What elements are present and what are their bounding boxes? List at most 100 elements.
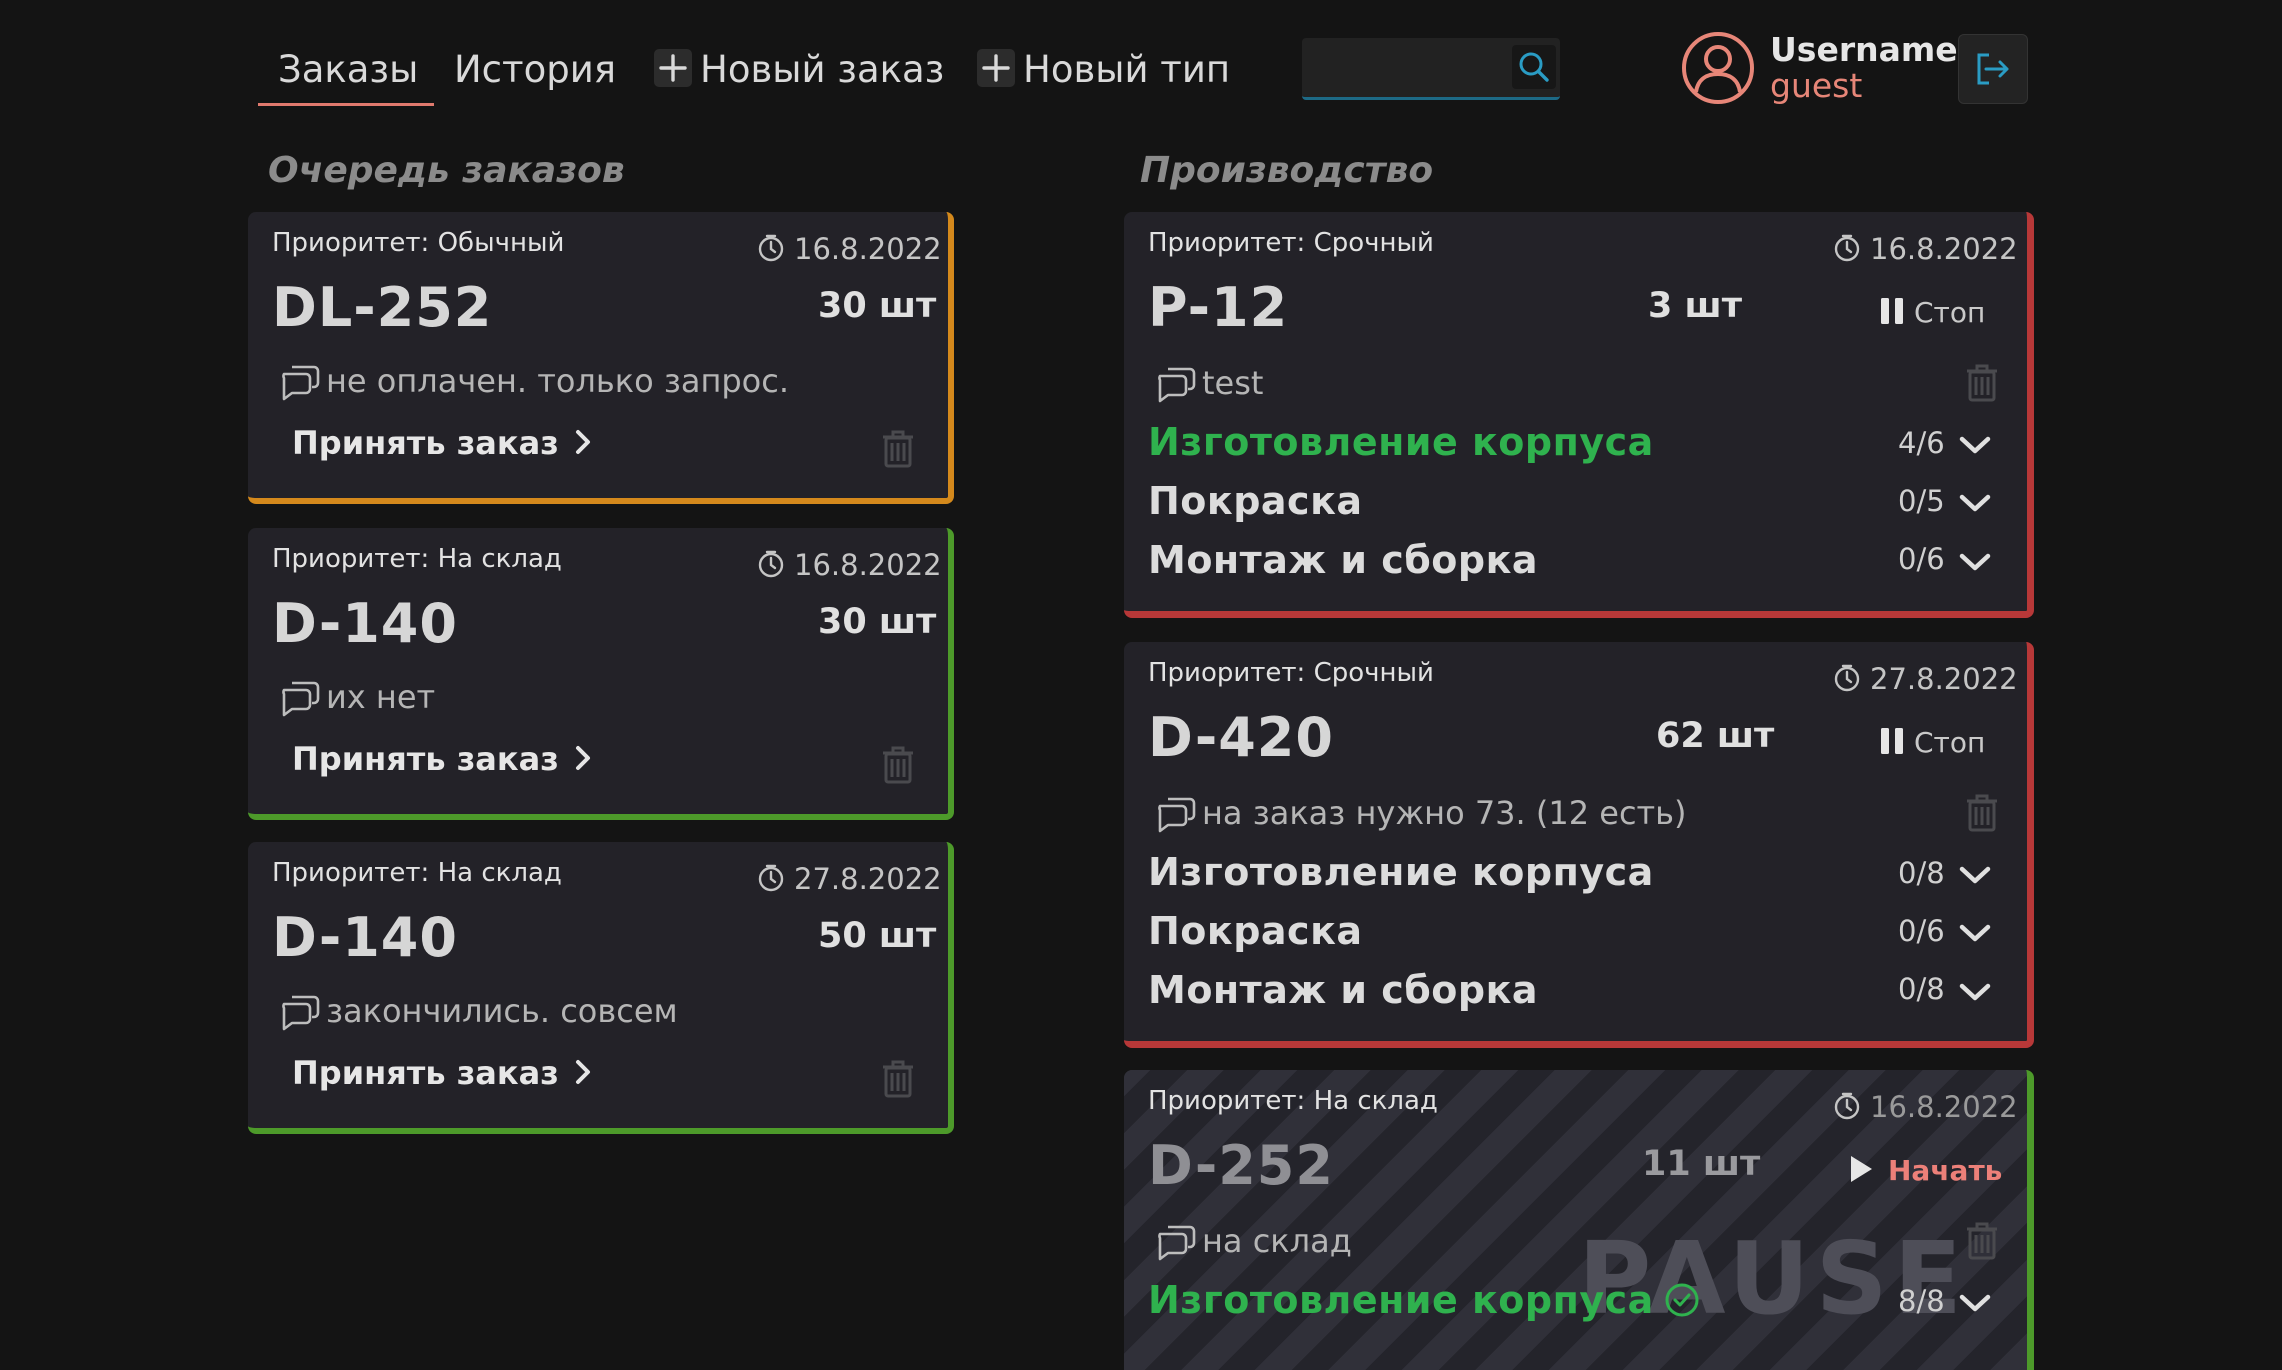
pause-icon [1878, 296, 1906, 326]
order-date: 16.8.2022 [1832, 1090, 2018, 1124]
clock-icon [1832, 233, 1862, 263]
production-section-title: Производство [1140, 150, 1434, 191]
queue-section-title: Очередь заказов [268, 150, 625, 191]
active-tab-indicator [258, 103, 434, 106]
search-input[interactable] [1302, 38, 1560, 100]
queue-card: Приоритет: На склад 27.8.2022 D-140 50 ш… [248, 842, 954, 1134]
trash-icon[interactable] [1966, 1222, 1998, 1260]
priority-label: Приоритет: На склад [272, 858, 562, 888]
order-comment: закончились. совсем [278, 992, 678, 1033]
trash-icon[interactable] [1966, 794, 1998, 832]
chevron-right-icon [573, 427, 593, 457]
stop-button[interactable]: Стоп [1878, 726, 1985, 759]
priority-label: Приоритет: На склад [272, 544, 562, 574]
order-date: 27.8.2022 [756, 862, 942, 896]
stage-progress: 0/6 [1898, 542, 1945, 576]
order-comment: не оплачен. только запрос. [278, 362, 789, 403]
order-code: D-420 [1148, 706, 1334, 769]
chevron-down-icon[interactable] [1958, 981, 1992, 1003]
stage-name: Покраска [1148, 909, 1363, 953]
order-date: 16.8.2022 [756, 232, 942, 266]
order-date: 16.8.2022 [756, 548, 942, 582]
clock-icon [1832, 663, 1862, 693]
logout-button[interactable] [1958, 34, 2028, 104]
tab-history[interactable]: История [454, 44, 616, 96]
priority-label: Приоритет: Обычный [272, 228, 565, 258]
order-quantity: 30 шт [818, 286, 937, 326]
queue-card: Приоритет: На склад 16.8.2022 D-140 30 ш… [248, 528, 954, 820]
stop-button[interactable]: Стоп [1878, 296, 1985, 329]
stage-progress: 0/6 [1898, 914, 1945, 948]
tab-new-order-label: Новый заказ [700, 48, 945, 91]
user-avatar-icon[interactable] [1680, 30, 1756, 106]
stage-progress: 0/8 [1898, 856, 1945, 890]
order-code: D-140 [272, 906, 458, 969]
comment-icon [278, 677, 322, 717]
chevron-down-icon[interactable] [1958, 434, 1992, 456]
trash-icon[interactable] [882, 430, 914, 468]
order-date: 27.8.2022 [1832, 662, 2018, 696]
order-code: D-252 [1148, 1134, 1334, 1197]
chevron-down-icon[interactable] [1958, 551, 1992, 573]
order-comment: на склад [1154, 1222, 1352, 1263]
stage-name: Изготовление корпуса [1148, 1278, 1700, 1322]
order-quantity: 50 шт [818, 916, 937, 956]
order-quantity: 3 шт [1648, 286, 1742, 326]
tab-history-label: История [454, 48, 617, 91]
clock-icon [756, 549, 786, 579]
tab-new-type[interactable]: Новый тип [977, 44, 1230, 96]
order-code: D-140 [272, 592, 458, 655]
stage-progress: 0/5 [1898, 484, 1945, 518]
accept-order-button[interactable]: Принять заказ [292, 740, 593, 778]
comment-icon [1154, 1221, 1198, 1261]
chevron-right-icon [573, 1057, 593, 1087]
trash-icon[interactable] [882, 1060, 914, 1098]
order-comment: на заказ нужно 73. (12 есть) [1154, 794, 1687, 835]
priority-label: Приоритет: На склад [1148, 1086, 1438, 1116]
username: Username [1770, 30, 1958, 69]
order-date: 16.8.2022 [1832, 232, 2018, 266]
trash-icon[interactable] [1966, 364, 1998, 402]
production-card-paused: PAUSE Приоритет: На склад 16.8.2022 D-25… [1124, 1070, 2034, 1370]
check-circle-icon [1665, 1283, 1699, 1316]
order-quantity: 62 шт [1656, 716, 1775, 756]
search-button[interactable] [1512, 45, 1556, 89]
priority-label: Приоритет: Срочный [1148, 228, 1434, 258]
pause-icon [1878, 726, 1906, 756]
stage-progress: 4/6 [1898, 426, 1945, 460]
clock-icon [1832, 1091, 1862, 1121]
start-button[interactable]: Начать [1848, 1154, 2002, 1187]
chevron-down-icon[interactable] [1958, 922, 1992, 944]
tab-orders[interactable]: Заказы [278, 44, 418, 96]
order-quantity: 11 шт [1642, 1144, 1761, 1184]
search-icon [1519, 52, 1549, 82]
stage-progress: 8/8 [1898, 1284, 1945, 1318]
stage-progress: 0/8 [1898, 972, 1945, 1006]
comment-icon [1154, 363, 1198, 403]
order-comment: test [1154, 364, 1263, 405]
accept-order-button[interactable]: Принять заказ [292, 424, 593, 462]
tab-new-type-label: Новый тип [1023, 48, 1231, 91]
chevron-down-icon[interactable] [1958, 492, 1992, 514]
order-code: DL-252 [272, 276, 493, 339]
comment-icon [278, 991, 322, 1031]
comment-icon [278, 361, 322, 401]
chevron-down-icon[interactable] [1958, 1292, 1992, 1314]
queue-card: Приоритет: Обычный 16.8.2022 DL-252 30 ш… [248, 212, 954, 504]
stage-name: Изготовление корпуса [1148, 850, 1654, 894]
clock-icon [756, 863, 786, 893]
tab-new-order[interactable]: Новый заказ [654, 44, 944, 96]
trash-icon[interactable] [882, 746, 914, 784]
stage-name: Изготовление корпуса [1148, 420, 1654, 464]
logout-icon [1977, 53, 2009, 85]
plus-icon [977, 48, 1015, 87]
comment-icon [1154, 793, 1198, 833]
chevron-down-icon[interactable] [1958, 864, 1992, 886]
order-quantity: 30 шт [818, 602, 937, 642]
clock-icon [756, 233, 786, 263]
stage-name: Монтаж и сборка [1148, 968, 1539, 1012]
chevron-right-icon [573, 743, 593, 773]
accept-order-button[interactable]: Принять заказ [292, 1054, 593, 1092]
production-card: Приоритет: Срочный 16.8.2022 P-12 3 шт С… [1124, 212, 2034, 618]
play-icon [1848, 1154, 1874, 1184]
